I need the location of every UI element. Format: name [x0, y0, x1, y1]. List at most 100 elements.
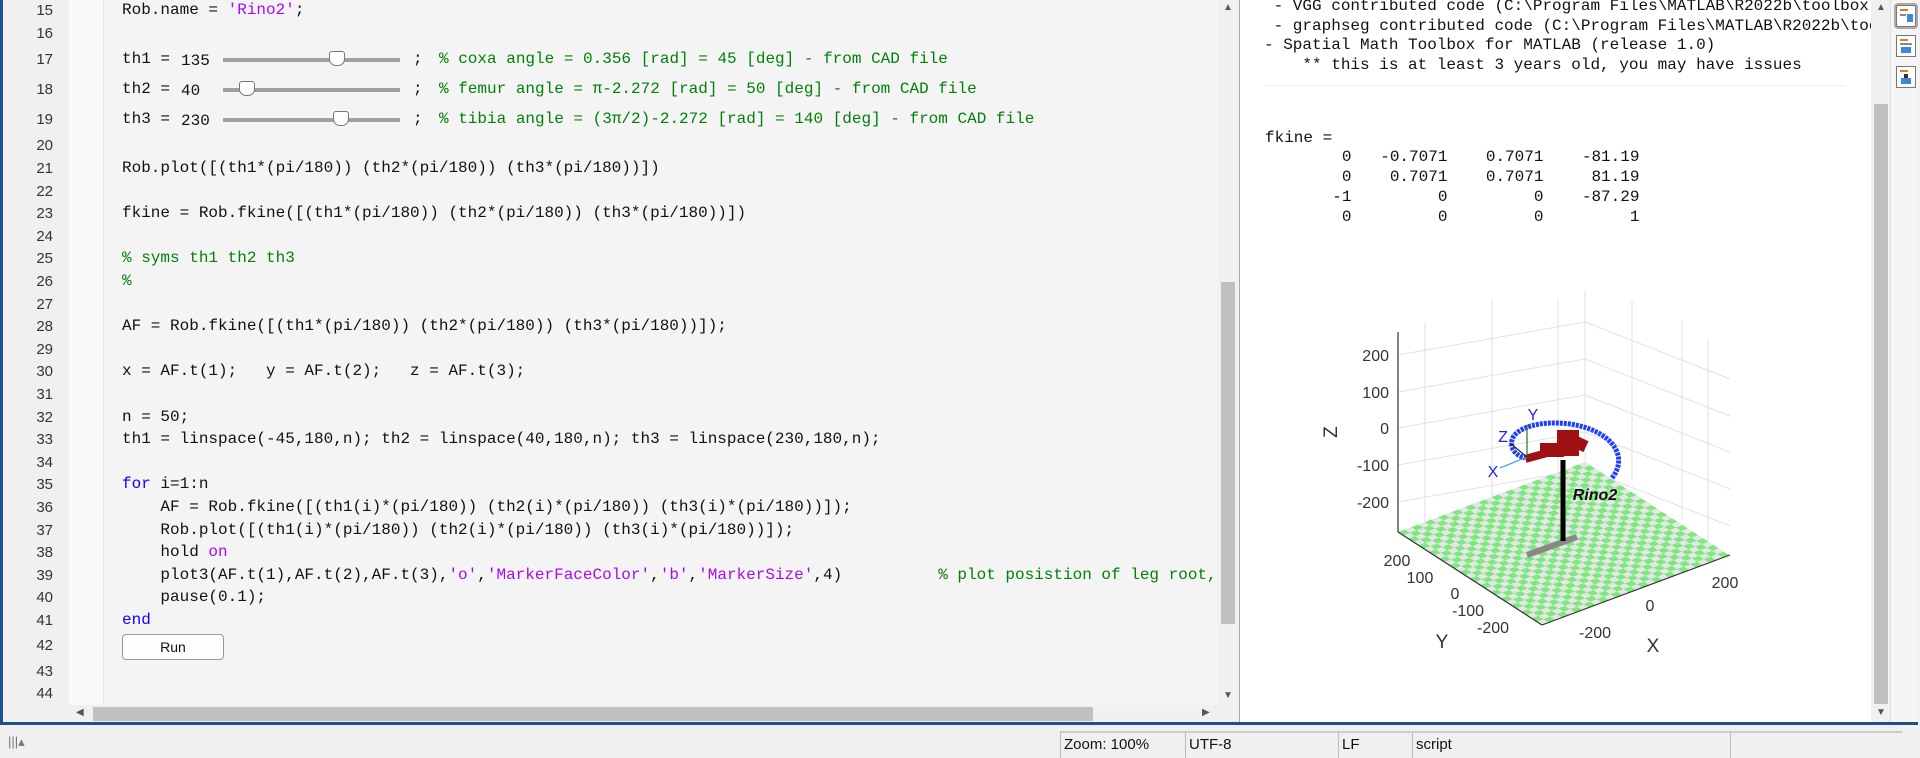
code-line[interactable]: 28 AF = Rob.fkine([(th1*(pi/180)) (th2*(p… — [3, 316, 1218, 339]
code-line[interactable]: 36 AF = Rob.fkine([(th1(i)*(pi/180)) (th… — [3, 497, 1218, 520]
code-line[interactable]: 32 n = 50; — [3, 406, 1218, 429]
code-line[interactable]: 26% — [3, 271, 1218, 294]
code-line[interactable]: 22 — [3, 180, 1218, 203]
code-line[interactable]: 40 pause(0.1); — [3, 587, 1218, 610]
code-line[interactable]: 19 th3 = 230; % tibia angle = (3π/2)-2.272… — [3, 105, 1218, 135]
code-line[interactable]: 39 plot3(AF.t(1),AF.t(2),AF.t(3),'o','Ma… — [3, 565, 1218, 588]
code-line[interactable]: 25 % syms th1 th2 th3 — [3, 248, 1218, 271]
scroll-up-arrow-icon[interactable]: ▲ — [1876, 2, 1886, 13]
code-line[interactable]: 34 — [3, 452, 1218, 475]
code-line[interactable]: 33 th1 = linspace(-45,180,n); th2 = linsp… — [3, 429, 1218, 452]
slider-thumb[interactable] — [332, 111, 349, 127]
code-editor[interactable]: 15 Rob.name = 'Rino2'; 16 17 th1 = 135; % cox… — [3, 0, 1237, 705]
code-line[interactable]: 41 end — [3, 610, 1218, 633]
frame-z-label: Z — [1498, 429, 1508, 446]
code-token: fkine = Rob.fkine([(th1*(pi/180)) (th2*(… — [122, 204, 747, 223]
slider-value: 135 — [181, 52, 210, 71]
code-token: AF = Rob.fkine([(th1*(pi/180)) (th2*(pi/… — [122, 317, 727, 336]
code-line[interactable]: 21 Rob.plot([(th1*(pi/180)) (th2*(pi/180)… — [3, 158, 1218, 181]
output-right-view-icon[interactable] — [1896, 35, 1916, 57]
code-text[interactable]: Rob.plot([(th1*(pi/180)) (th2*(pi/180)) … — [122, 159, 660, 177]
code-line[interactable]: 31 — [3, 384, 1218, 407]
slider-control[interactable] — [223, 111, 400, 127]
code-token: plot3(AF.t(1),AF.t(2),AF.t(3), — [122, 565, 449, 584]
code-text[interactable]: x = AF.t(1); y = AF.t(2); z = AF.t(3); — [122, 362, 525, 380]
scroll-up-arrow-icon[interactable]: ▲ — [1223, 2, 1233, 13]
code-token: Rob.name = — [122, 1, 228, 20]
line-number: 44 — [36, 685, 53, 703]
code-text[interactable]: hold on — [122, 543, 227, 561]
code-text[interactable]: % syms th1 th2 th3 — [122, 249, 295, 267]
code-line[interactable]: 42 Run — [3, 632, 1218, 661]
code-token: , — [650, 565, 660, 584]
code-line[interactable]: 17 th1 = 135; % coxa angle = 0.356 [rad] =… — [3, 45, 1218, 75]
y-tick-label: 0 — [1451, 586, 1460, 603]
code-line[interactable]: 29 — [3, 339, 1218, 362]
code-line[interactable]: 15 Rob.name = 'Rino2'; — [3, 0, 1218, 23]
code-text[interactable]: % — [122, 272, 132, 290]
code-text[interactable]: for i=1:n — [122, 475, 208, 493]
line-number: 37 — [36, 521, 53, 539]
slider-control[interactable] — [223, 51, 400, 67]
slider-control[interactable] — [223, 81, 400, 97]
output-vertical-scrollbar[interactable]: ▲ ▼ — [1871, 0, 1890, 722]
editor-vertical-scrollbar[interactable]: ▲ ▼ — [1218, 0, 1237, 705]
line-number: 36 — [36, 499, 53, 517]
string-literal: 'Rino2' — [227, 1, 295, 20]
line-number: 34 — [36, 453, 53, 471]
code-line[interactable]: 16 — [3, 23, 1218, 46]
x-tick-label: 0 — [1646, 598, 1655, 615]
code-text[interactable]: Rob.name = 'Rino2'; — [122, 1, 304, 19]
line-number: 31 — [36, 386, 53, 404]
code-line[interactable]: 23 fkine = Rob.fkine([(th1*(pi/180)) (th2… — [3, 203, 1218, 226]
layout-grip-icon[interactable]: |||▴ — [8, 734, 25, 750]
editor-vertical-scroll-thumb[interactable] — [1221, 282, 1235, 624]
code-text[interactable]: pause(0.1); — [122, 588, 266, 606]
code-text[interactable]: th1 = linspace(-45,180,n); th2 = linspac… — [122, 430, 881, 448]
code-token: AF = Rob.fkine([(th1(i)*(pi/180)) (th2(i… — [122, 498, 852, 517]
code-text[interactable]: n = 50; — [122, 408, 189, 426]
code-line[interactable]: 18 th2 = 40; % femur angle = π-2.272 [rad]… — [3, 75, 1218, 105]
code-line[interactable]: 38 hold on — [3, 542, 1218, 565]
code-token: , — [688, 565, 699, 584]
editor-horizontal-scrollbar[interactable]: ◀ ▶ — [66, 705, 1234, 722]
line-number: 16 — [36, 24, 53, 42]
hide-code-view-icon[interactable] — [1896, 66, 1916, 88]
line-number: 39 — [36, 566, 53, 584]
slider-thumb[interactable] — [329, 51, 346, 67]
code-line[interactable]: 44 — [3, 683, 1218, 705]
z-tick-label: -100 — [1357, 458, 1389, 475]
code-line[interactable]: 30 x = AF.t(1); y = AF.t(2); z = AF.t(3); — [3, 361, 1218, 384]
line-number: 25 — [36, 250, 53, 268]
code-line[interactable]: 37 Rob.plot([(th1(i)*(pi/180)) (th2(i)*(… — [3, 519, 1218, 542]
scroll-right-arrow-icon[interactable]: ▶ — [1202, 707, 1210, 718]
code-text[interactable]: fkine = Rob.fkine([(th1*(pi/180)) (th2*(… — [122, 204, 746, 222]
code-token: ; — [294, 1, 305, 20]
code-text[interactable]: AF = Rob.fkine([(th1*(pi/180)) (th2*(pi/… — [122, 317, 727, 335]
code-line[interactable]: 43 — [3, 660, 1218, 683]
run-button[interactable]: Run — [122, 634, 224, 661]
line-number: 33 — [36, 431, 53, 449]
code-text[interactable]: plot3(AF.t(1),AF.t(2),AF.t(3),'o','Marke… — [122, 565, 1216, 584]
code-text[interactable]: Rob.plot([(th1(i)*(pi/180)) (th2(i)*(pi/… — [122, 521, 794, 539]
output-inline-view-icon[interactable] — [1896, 5, 1916, 27]
editor-horizontal-scroll-thumb[interactable] — [93, 707, 1093, 721]
scroll-left-arrow-icon[interactable]: ◀ — [76, 707, 84, 718]
code-line[interactable]: 24 — [3, 226, 1218, 249]
line-number: 19 — [36, 111, 53, 129]
code-text[interactable]: end — [122, 611, 151, 629]
code-text[interactable]: AF = Rob.fkine([(th1(i)*(pi/180)) (th2(i… — [122, 498, 852, 517]
line-number: 26 — [36, 273, 53, 291]
scroll-down-arrow-icon[interactable]: ▼ — [1876, 707, 1886, 718]
robot-3d-plot[interactable]: 200 100 0 -100 -200 Z 200 100 0 -100 -20… — [1239, 0, 1871, 705]
code-line[interactable]: 27 — [3, 293, 1218, 316]
code-line[interactable]: 35 for i=1:n — [3, 474, 1218, 497]
string-literal: 'o' — [448, 565, 478, 584]
slider-thumb[interactable] — [239, 81, 255, 97]
output-vertical-scroll-thumb[interactable] — [1874, 104, 1888, 704]
code-token: pause(0.1); — [122, 588, 267, 607]
z-tick-label: 0 — [1380, 421, 1389, 438]
code-line[interactable]: 20 — [3, 135, 1218, 158]
y-tick-label: 200 — [1384, 553, 1411, 570]
scroll-down-arrow-icon[interactable]: ▼ — [1223, 690, 1233, 701]
